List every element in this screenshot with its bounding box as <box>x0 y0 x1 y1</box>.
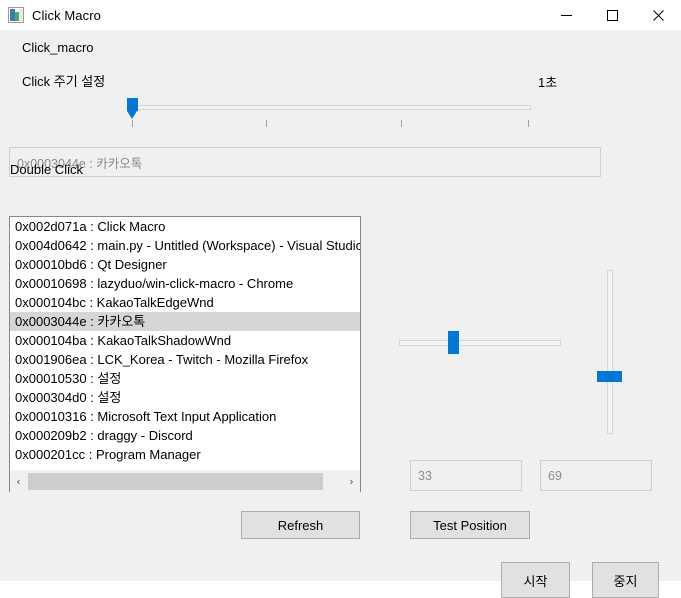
list-item[interactable]: 0x000104ba : KakaoTalkShadowWnd <box>10 331 360 350</box>
period-slider-tick <box>528 120 529 127</box>
list-item[interactable]: 0x001906ea : LCK_Korea - Twitch - Mozill… <box>10 350 360 369</box>
minimize-icon <box>560 14 572 16</box>
y-slider-handle[interactable] <box>597 371 622 382</box>
window-list-container: 0x002d071a : Click Macro 0x004d0642 : ma… <box>9 216 361 492</box>
x-slider-groove[interactable] <box>399 340 561 346</box>
x-position-slider[interactable] <box>399 331 561 354</box>
refresh-button[interactable]: Refresh <box>241 511 360 539</box>
double-click-label: Double Click <box>10 162 83 177</box>
stop-button[interactable]: 중지 <box>592 562 659 598</box>
list-item[interactable]: 0x00010316 : Microsoft Text Input Applic… <box>10 407 360 426</box>
x-slider-handle[interactable] <box>448 331 459 354</box>
x-coordinate-field[interactable]: 33 <box>410 460 522 491</box>
period-slider-handle[interactable] <box>127 98 138 119</box>
window-title: Click Macro <box>32 7 101 23</box>
list-item[interactable]: 0x000304d0 : 설정 <box>10 388 360 407</box>
list-item[interactable]: 0x002d071a : Click Macro <box>10 217 360 236</box>
minimize-button[interactable] <box>543 0 589 30</box>
click-macro-window: Click Macro Click_macro Click 주기 설정 1초 0… <box>0 0 681 598</box>
list-item[interactable]: 0x00010530 : 설정 <box>10 369 360 388</box>
app-logo-icon <box>8 7 24 23</box>
scroll-right-arrow-icon[interactable]: › <box>343 471 360 492</box>
scrollbar-thumb[interactable] <box>28 473 323 490</box>
y-coordinate-field[interactable]: 69 <box>540 460 652 491</box>
group-label-click-macro: Click_macro <box>22 40 94 55</box>
close-button[interactable] <box>635 0 681 30</box>
list-item[interactable]: 0x00010698 : lazyduo/win-click-macro - C… <box>10 274 360 293</box>
maximize-icon <box>606 9 618 21</box>
list-item[interactable]: 0x00010bd6 : Qt Designer <box>10 255 360 274</box>
close-icon <box>652 9 664 21</box>
y-position-slider[interactable] <box>597 270 622 434</box>
list-item[interactable]: 0x000104bc : KakaoTalkEdgeWnd <box>10 293 360 312</box>
window-list[interactable]: 0x002d071a : Click Macro 0x004d0642 : ma… <box>10 217 360 470</box>
period-slider-tick <box>266 120 267 127</box>
test-position-button[interactable]: Test Position <box>410 511 530 539</box>
y-slider-groove[interactable] <box>607 270 613 434</box>
period-slider-tick <box>401 120 402 127</box>
list-item[interactable]: 0x000201cc : Program Manager <box>10 445 360 464</box>
start-button[interactable]: 시작 <box>501 562 570 598</box>
list-item-selected[interactable]: 0x0003044e : 카카오톡 <box>10 312 360 331</box>
list-item[interactable]: 0x004d0642 : main.py - Untitled (Workspa… <box>10 236 360 255</box>
period-label: Click 주기 설정 <box>22 74 106 89</box>
title-bar: Click Macro <box>0 0 681 30</box>
list-horizontal-scrollbar[interactable]: ‹ › <box>10 470 360 492</box>
selected-window-field[interactable]: 0x0003044e : 카카오톡 <box>9 147 601 177</box>
period-slider-tick <box>132 120 133 127</box>
maximize-button[interactable] <box>589 0 635 30</box>
period-slider-groove[interactable] <box>127 105 531 110</box>
period-value-label: 1초 <box>538 75 558 90</box>
period-slider[interactable] <box>127 96 531 127</box>
list-item[interactable]: 0x000209b2 : draggy - Discord <box>10 426 360 445</box>
scroll-left-arrow-icon[interactable]: ‹ <box>10 471 27 492</box>
client-area: Click_macro Click 주기 설정 1초 0x0003044e : … <box>0 30 681 598</box>
